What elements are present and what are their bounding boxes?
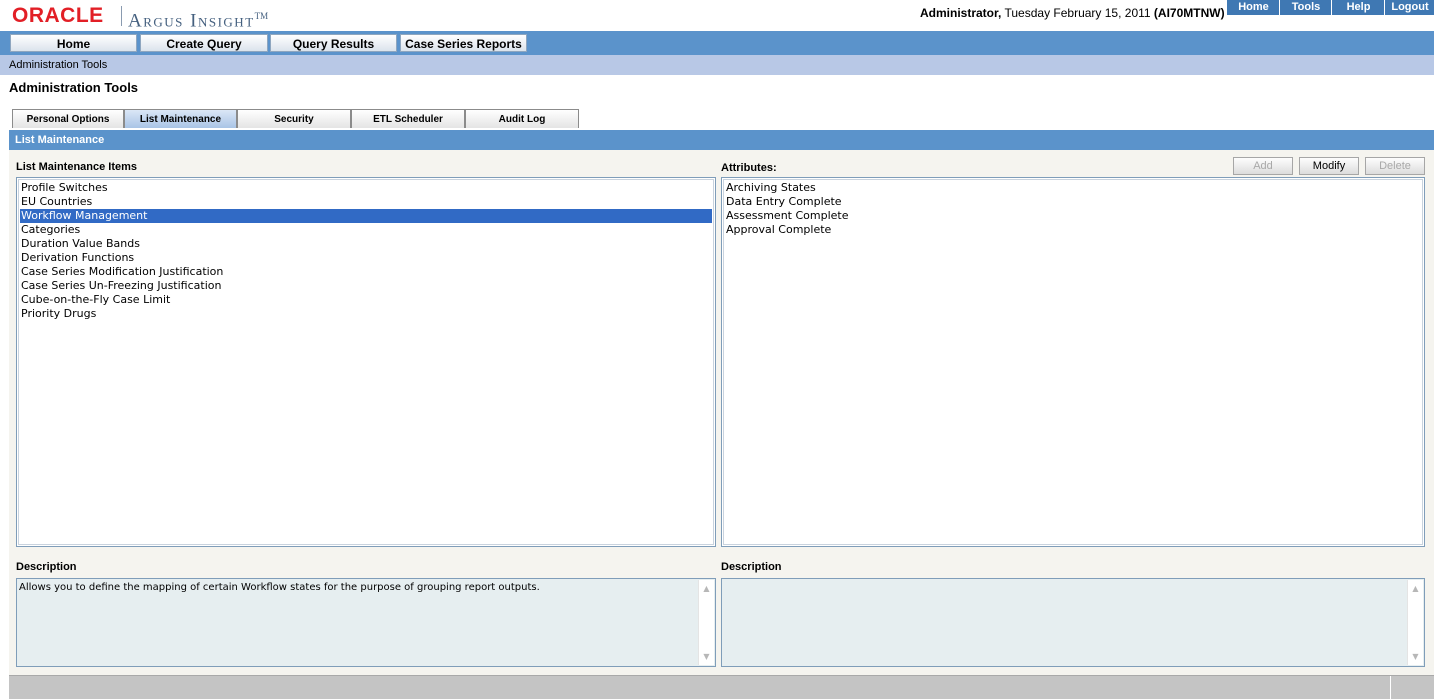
list-item[interactable]: Duration Value Bands [20,237,712,251]
tab-etl-scheduler[interactable]: ETL Scheduler [351,109,465,128]
toplink-logout[interactable]: Logout [1384,0,1434,15]
add-button[interactable]: Add [1233,157,1293,175]
trademark-mark: TM [254,11,269,21]
tab-list-maintenance[interactable]: List Maintenance [124,109,237,128]
list-item[interactable]: Case Series Modification Justification [20,265,712,279]
list-item[interactable]: Cube-on-the-Fly Case Limit [20,293,712,307]
tab-personal-options[interactable]: Personal Options [12,109,124,128]
attributes-label: Attributes: [721,162,777,174]
left-description-label: Description [16,561,77,573]
list-item[interactable]: Profile Switches [20,181,712,195]
logo-divider [121,6,122,26]
delete-button[interactable]: Delete [1365,157,1425,175]
nav-query-results-button[interactable]: Query Results [270,34,397,52]
attribute-item[interactable]: Archiving States [725,181,1421,195]
argus-insight-logo: Argus InsightTM [128,6,268,31]
nav-case-series-reports-button[interactable]: Case Series Reports [400,34,527,52]
list-items-label: List Maintenance Items [16,161,138,173]
right-description-box[interactable]: ▲ ▼ [721,578,1425,667]
right-description-label: Description [721,561,782,573]
nav-create-query-button[interactable]: Create Query [140,34,268,52]
scroll-down-icon[interactable]: ▼ [699,649,714,664]
argus-logo-text: Argus Insight [128,10,255,32]
list-maintenance-items-listbox[interactable]: Profile Switches EU Countries Workflow M… [16,177,716,547]
list-item[interactable]: Case Series Un-Freezing Justification [20,279,712,293]
status-divider [1390,676,1391,699]
host-name: (AI70MTNW) [1153,6,1225,20]
attributes-listbox[interactable]: Archiving States Data Entry Complete Ass… [721,177,1425,547]
right-description-scrollbar[interactable]: ▲ ▼ [1407,580,1423,665]
list-item-selected[interactable]: Workflow Management [20,209,712,223]
oracle-logo: ORACLE [12,4,104,27]
attribute-item[interactable]: Data Entry Complete [725,195,1421,209]
status-bar [9,675,1434,699]
attribute-item[interactable]: Assessment Complete [725,209,1421,223]
left-description-scrollbar[interactable]: ▲ ▼ [698,580,714,665]
toplink-tools[interactable]: Tools [1279,0,1332,15]
left-description-text: Allows you to define the mapping of cert… [19,582,540,593]
list-item[interactable]: Priority Drugs [20,307,712,321]
user-info: Administrator, Tuesday February 15, 2011… [920,6,1225,20]
tab-security[interactable]: Security [237,109,351,128]
toplink-help[interactable]: Help [1331,0,1385,15]
scroll-down-icon[interactable]: ▼ [1408,649,1423,664]
app-header: ORACLE Argus InsightTM Administrator, Tu… [0,0,1434,31]
left-description-box[interactable]: Allows you to define the mapping of cert… [16,578,716,667]
current-date: Tuesday February 15, 2011 [1004,6,1151,20]
modify-button[interactable]: Modify [1299,157,1359,175]
page-title: Administration Tools [9,80,139,95]
list-item[interactable]: EU Countries [20,195,712,209]
main-nav: Home Create Query Query Results Case Ser… [0,31,1434,55]
toplink-home[interactable]: Home [1226,0,1280,15]
scroll-up-icon[interactable]: ▲ [1408,581,1423,596]
section-header: List Maintenance [9,130,1434,150]
user-name: Administrator, [920,6,1002,20]
attribute-item[interactable]: Approval Complete [725,223,1421,237]
scroll-up-icon[interactable]: ▲ [699,581,714,596]
list-item[interactable]: Categories [20,223,712,237]
list-item[interactable]: Derivation Functions [20,251,712,265]
nav-home-button[interactable]: Home [10,34,137,52]
tab-audit-log[interactable]: Audit Log [465,109,579,128]
breadcrumb: Administration Tools [0,55,1434,75]
